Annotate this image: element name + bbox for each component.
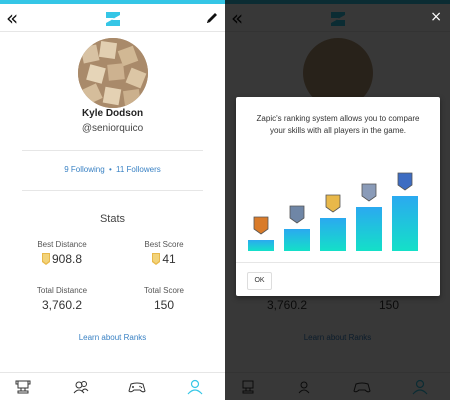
profile-panel: « Kyle Dodson @seniorquico 9 Following • [0,0,225,400]
ranking-dialog: Zapic's ranking system allows you to com… [236,97,440,296]
divider [22,190,203,191]
trophy-icon[interactable] [14,379,32,395]
rank-level-bar [320,218,346,251]
learn-ranks-link[interactable]: Learn about Ranks [0,333,225,342]
profile-handle: @seniorquico [81,123,144,134]
top-bar: « [0,0,225,32]
zapic-logo-icon [105,12,120,26]
followers-link[interactable]: 11 Followers [116,165,161,174]
ranking-explanation: Zapic's ranking system allows you to com… [256,114,420,135]
rank-badge-icon [152,253,161,265]
avatar [78,38,148,108]
double-chevron-left-icon[interactable]: « [6,8,18,28]
total-score-value: 150 [153,298,175,312]
rank-badge-icon [253,216,269,235]
best-distance-stat: Best Distance 908.8 [22,240,102,266]
profile-name: Kyle Dodson [81,108,144,119]
divider [22,150,203,151]
ok-button[interactable]: OK [247,272,272,290]
best-score-value: 41 [162,252,176,266]
profile-icon[interactable] [186,379,204,395]
rank-level-bar [392,196,418,251]
pencil-icon[interactable] [205,11,219,25]
total-distance-label: Total Distance [36,286,88,295]
best-score-stat: Best Score 41 [124,240,204,266]
rank-levels-chart [248,172,418,251]
gamepad-icon[interactable] [128,379,146,395]
rank-level-bar [284,229,310,251]
ranking-dialog-panel: « Total Distance 3,760.2 Total Score 150… [225,0,450,400]
top-divider [0,31,225,32]
dialog-divider [236,262,440,263]
bottom-nav [0,372,225,400]
rank-level-bar [248,240,274,251]
follow-separator: • [108,165,112,174]
rank-badge-icon [325,194,341,213]
rank-badge-icon [361,183,377,202]
follow-counts: 9 Following • 11 Followers [0,165,225,174]
friends-icon[interactable] [72,379,90,395]
rank-level-bar [356,207,382,251]
stats-title: Stats [99,213,126,225]
rank-badge-icon [289,205,305,224]
close-icon[interactable]: × [430,10,442,24]
total-distance-value: 3,760.2 [41,298,83,312]
total-score-label: Total Score [143,286,185,295]
total-score-stat: Total Score 150 [124,286,204,312]
best-distance-value: 908.8 [51,252,83,266]
best-score-label: Best Score [144,240,184,249]
best-distance-label: Best Distance [37,240,87,249]
following-link[interactable]: 9 Following [64,165,104,174]
rank-badge-icon [397,172,413,191]
total-distance-stat: Total Distance 3,760.2 [22,286,102,312]
rank-badge-icon [41,253,50,265]
